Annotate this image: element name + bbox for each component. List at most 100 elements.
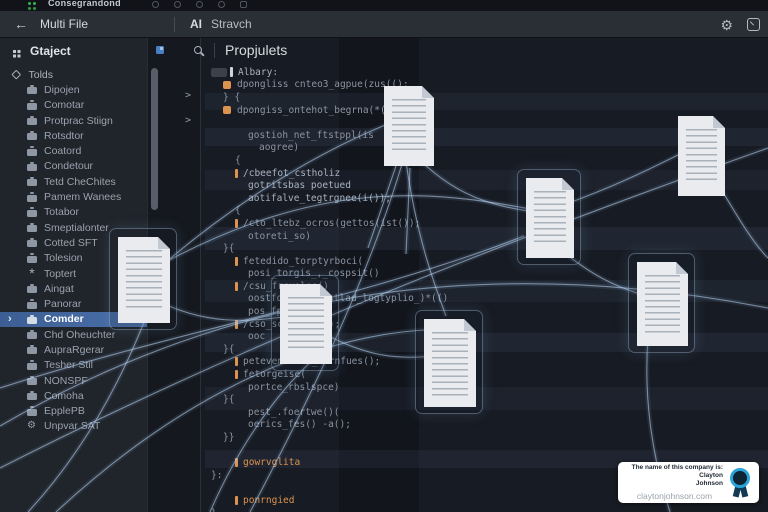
- code-text: } {: [223, 92, 240, 103]
- briefcase-icon: [27, 118, 37, 125]
- sidebar-item-dipojen[interactable]: Dipojen: [0, 82, 147, 97]
- document-node[interactable]: [678, 116, 725, 196]
- sidebar-item-epplepb[interactable]: EpplePB: [0, 404, 147, 419]
- stravch-button[interactable]: Stravch: [211, 17, 252, 31]
- code-text: Albary:: [238, 67, 278, 78]
- file-mini-icon[interactable]: [156, 46, 164, 54]
- document-page-icon: [280, 284, 332, 364]
- fold-chevron-icon[interactable]: >: [185, 90, 191, 101]
- sidebar-item-tolds[interactable]: Tolds: [0, 67, 147, 82]
- sidebar-item-totabor[interactable]: Totabor: [0, 205, 147, 220]
- multi-file-button[interactable]: Multi File: [40, 17, 88, 31]
- code-line[interactable]: }: [201, 507, 768, 512]
- sidebar-item-label: Totabor: [44, 206, 79, 218]
- sidebar-item-unpvar-sat[interactable]: ⚙Unpvar SAT: [0, 419, 147, 434]
- briefcase-icon: [27, 317, 37, 324]
- code-line[interactable]: portce_rbslspce): [201, 381, 768, 394]
- document-node[interactable]: [109, 228, 177, 330]
- back-arrow-icon[interactable]: ←: [14, 16, 28, 32]
- sidebar-item-condetour[interactable]: Condetour: [0, 159, 147, 174]
- sidebar-item-label: Cotted SFT: [44, 237, 98, 249]
- code-text: /cto_ltebz_ocros(gettos(ist());: [243, 218, 420, 229]
- badge-title-line1: The name of this company is: Clayton: [632, 464, 723, 479]
- code-line[interactable]: /cto_ltebz_ocros(gettos(ist());: [201, 217, 768, 230]
- sidebar-item-label: Comoha: [44, 390, 84, 402]
- sidebar-item-protprac-stiign[interactable]: Protprac Stiign: [0, 113, 147, 128]
- panel-toggle-icon[interactable]: [747, 18, 760, 31]
- code-line[interactable]: dpongliss cnteo3_agpue(zus(():: [201, 79, 768, 92]
- sidebar-item-label: EpplePB: [44, 405, 85, 417]
- ai-button[interactable]: AI: [190, 17, 202, 31]
- clock-icon[interactable]: [152, 1, 159, 8]
- sidebar-item-coatord[interactable]: Coatord: [0, 143, 147, 158]
- sidebar-item-nonspf[interactable]: NONSPF: [0, 373, 147, 388]
- sidebar-item-tetd-chechites[interactable]: Tetd CheChites: [0, 174, 147, 189]
- code-line[interactable]: oerics_fes() -a();: [201, 419, 768, 432]
- code-text: gostioh_net_ftstppl(is: [248, 130, 374, 141]
- sidebar-item-comoha[interactable]: Comoha: [0, 388, 147, 403]
- editor-header: Propjulets: [201, 38, 768, 62]
- collapsed-region-chip[interactable]: [211, 68, 227, 77]
- sidebar-item-label: Tetd CheChites: [44, 176, 116, 188]
- sidebar-item-tesher-stil[interactable]: Tesher Stil: [0, 358, 147, 373]
- sidebar-header[interactable]: Gtaject: [0, 38, 147, 64]
- document-node[interactable]: [517, 169, 581, 265]
- badge-title: The name of this company is: Clayton Joh…: [626, 464, 723, 488]
- toolbar-divider: [174, 17, 175, 32]
- orange-pipe-icon: [235, 257, 238, 266]
- sidebar-item-comotar[interactable]: Comotar: [0, 98, 147, 113]
- briefcase-icon: [27, 256, 37, 263]
- code-text: dpongliss cnteo3_agpue(zus(():: [237, 79, 409, 90]
- code-line[interactable]: otoreti_so): [201, 230, 768, 243]
- orange-marker-icon: [223, 81, 231, 89]
- document-node[interactable]: [271, 275, 339, 371]
- sidebar-item-rotsdtor[interactable]: Rotsdtor: [0, 128, 147, 143]
- code-line[interactable]: }{: [201, 393, 768, 406]
- briefcase-icon: [27, 393, 37, 400]
- sidebar-item-label: Comotar: [44, 99, 84, 111]
- briefcase-icon: [27, 164, 37, 171]
- code-line[interactable]: [201, 444, 768, 457]
- code-line[interactable]: } {: [201, 91, 768, 104]
- document-page-icon: [118, 237, 170, 323]
- sidebar-item-pamem-wanees[interactable]: Pamem Wanees: [0, 189, 147, 204]
- fold-chevron-icon[interactable]: >: [185, 115, 191, 126]
- code-text: }{: [223, 394, 234, 405]
- code-text: aogree): [259, 142, 299, 153]
- folded-corner: [158, 237, 170, 249]
- share-icon[interactable]: [174, 1, 181, 8]
- scrollbar[interactable]: [151, 68, 158, 210]
- chevron-right-icon: ›: [8, 312, 12, 327]
- sidebar-item-auprargerar[interactable]: AupraRgerar: [0, 342, 147, 357]
- grid-icon: [13, 50, 16, 53]
- briefcase-icon: [27, 195, 37, 202]
- sidebar-item-label: Comder: [44, 313, 84, 325]
- code-text: otoreti_so): [248, 231, 311, 242]
- search-icon[interactable]: [194, 46, 202, 54]
- window-dots-icon: [28, 2, 31, 5]
- code-line[interactable]: dpongiss_ontehot_begrna(*(): [201, 104, 768, 117]
- document-node[interactable]: [415, 310, 483, 414]
- code-line[interactable]: {: [201, 205, 768, 218]
- document-node[interactable]: [628, 253, 695, 353]
- code-text: pest_.foertwe()(: [248, 407, 340, 418]
- code-line[interactable]: Albary:: [201, 66, 768, 79]
- sidebar-item-label: Tolds: [29, 69, 54, 81]
- folded-corner: [464, 319, 476, 331]
- gear-icon[interactable]: ⚙: [720, 18, 733, 32]
- badge-text: The name of this company is: Clayton Joh…: [626, 464, 723, 501]
- document-node[interactable]: [384, 86, 434, 166]
- code-text: dpongiss_ontehot_begrna(*(): [237, 105, 391, 116]
- flag-icon[interactable]: [240, 1, 247, 8]
- globe-icon[interactable]: [196, 1, 203, 8]
- briefcase-icon: [27, 87, 37, 94]
- code-text: }:: [211, 470, 222, 481]
- code-line[interactable]: }}: [201, 431, 768, 444]
- briefcase-icon: [27, 210, 37, 217]
- sidebar-item-label: Dipojen: [44, 84, 80, 96]
- award-ribbon-icon: [729, 467, 753, 499]
- orange-pipe-icon: [235, 219, 238, 228]
- sidebar-item-label: NONSPF: [44, 375, 88, 387]
- code-line[interactable]: pest_.foertwe()(: [201, 406, 768, 419]
- refresh-icon[interactable]: [218, 1, 225, 8]
